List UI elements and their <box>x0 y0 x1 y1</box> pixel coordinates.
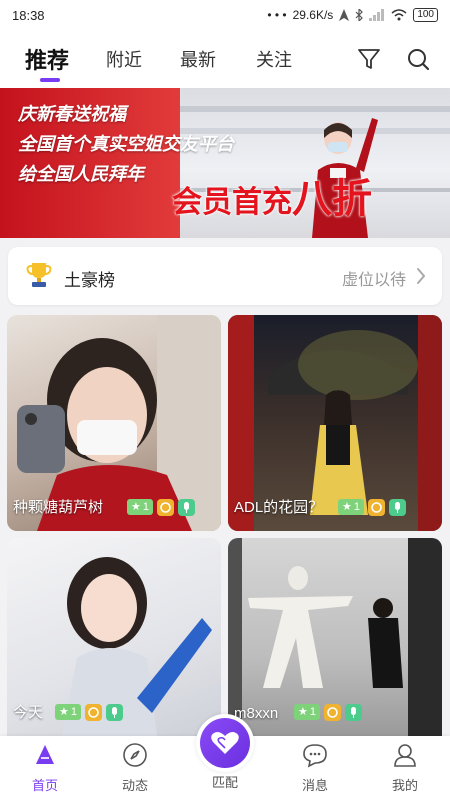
nav-profile[interactable]: 我的 <box>375 742 435 794</box>
mic-icon <box>106 704 123 721</box>
coin-icon <box>85 704 102 721</box>
match-button[interactable] <box>196 714 254 772</box>
nav-label: 首页 <box>31 778 58 793</box>
promo-main: 会员首充 <box>172 186 292 219</box>
mic-icon <box>178 499 195 516</box>
mic-icon <box>345 704 362 721</box>
star-icon: ★ <box>59 706 69 718</box>
level-badge: ★ 1 <box>338 499 364 515</box>
card-badges: ★ 1 <box>127 499 195 516</box>
match-button-inner <box>200 718 250 768</box>
coin-icon <box>368 499 385 516</box>
nav-label: 动态 <box>121 778 148 793</box>
promo-emphasis: 八折 <box>292 176 372 221</box>
cell-signal-icon <box>369 9 385 21</box>
tab-recommend[interactable]: 推荐 <box>25 43 69 75</box>
home-icon <box>36 745 54 764</box>
card-badges: ★ 1 <box>294 704 362 721</box>
level-badge: ★ 1 <box>127 499 153 515</box>
card-username: ADL的花园？ <box>234 499 324 516</box>
star-icon: ★ <box>342 501 352 513</box>
tab-nearby[interactable]: 附近 <box>106 46 142 72</box>
banner-line-1: 庆新春送祝福 <box>18 104 126 124</box>
banner-line-3: 给全国人民拜年 <box>18 164 144 184</box>
star-icon: ★ <box>298 706 308 718</box>
status-time: 18:38 <box>12 7 45 23</box>
user-card[interactable]: 种颗糖葫芦树 ★ 1 <box>7 315 221 531</box>
signal-dots: • • • <box>267 8 287 22</box>
nav-label: 消息 <box>301 778 328 793</box>
ranking-status: 虚位以待 <box>341 272 406 289</box>
tab-following[interactable]: 关注 <box>256 46 292 72</box>
user-card[interactable]: ADL的花园？ ★ 1 <box>228 315 442 531</box>
profile-icon <box>394 744 416 767</box>
coin-icon <box>157 499 174 516</box>
banner-line-2: 全国首个真实空姐交友平台 <box>18 134 234 154</box>
nav-label: 我的 <box>391 778 418 793</box>
user-card[interactable]: m8xxn ★ 1 <box>228 538 442 736</box>
banner-promo: 会员首充八折 <box>172 166 372 224</box>
card-badges: ★ 1 <box>338 499 406 516</box>
nav-moments[interactable]: 动态 <box>105 742 165 794</box>
ranking-title: 土豪榜 <box>64 271 115 290</box>
tab-latest[interactable]: 最新 <box>180 46 216 72</box>
card-username: 今天 <box>13 704 44 721</box>
nav-messages[interactable]: 消息 <box>285 742 345 794</box>
coin-icon <box>324 704 341 721</box>
nav-label: 匹配 <box>211 775 238 790</box>
status-bar: 18:38 • • • 29.6K/s 100 <box>0 0 450 30</box>
status-indicators: • • • 29.6K/s 100 <box>267 8 438 22</box>
level-badge: ★ 1 <box>294 704 320 720</box>
tab-indicator <box>40 78 60 82</box>
card-username: 种颗糖葫芦树 <box>13 499 104 516</box>
heart-icon <box>211 732 239 754</box>
card-badges: ★ 1 <box>55 704 123 721</box>
nav-match[interactable]: 匹配 <box>195 772 255 791</box>
filter-icon[interactable] <box>356 46 382 72</box>
top-nav: 推荐 附近 最新 关注 <box>0 30 450 88</box>
bluetooth-icon <box>355 9 364 21</box>
nav-home[interactable]: 首页 <box>15 742 75 794</box>
search-icon[interactable] <box>405 46 431 72</box>
battery-icon: 100 <box>413 8 438 22</box>
star-icon: ★ <box>131 501 141 513</box>
chevron-right-icon <box>417 268 426 284</box>
message-icon <box>303 744 327 768</box>
mic-icon <box>389 499 406 516</box>
trophy-icon <box>26 263 52 287</box>
network-speed: 29.6K/s <box>292 8 334 22</box>
compass-icon <box>123 743 147 767</box>
location-icon <box>339 9 350 21</box>
user-card[interactable]: 今天 ★ 1 <box>7 538 221 736</box>
level-badge: ★ 1 <box>55 704 81 720</box>
ranking-row[interactable]: 土豪榜 虚位以待 <box>8 247 442 305</box>
wifi-icon <box>391 9 407 21</box>
